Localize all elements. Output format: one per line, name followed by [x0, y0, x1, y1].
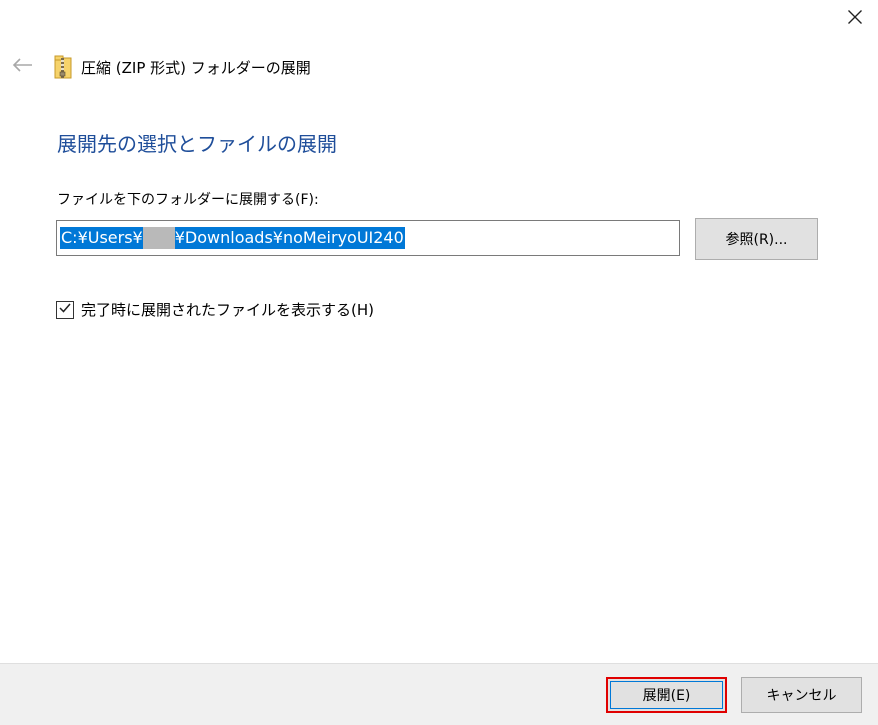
redacted-username: [142, 227, 175, 249]
path-suffix: ¥Downloads¥noMeiryoUI240: [174, 228, 404, 247]
title-bar: 圧縮 (ZIP 形式) フォルダーの展開: [10, 50, 311, 84]
zip-folder-icon: [53, 55, 73, 79]
browse-button[interactable]: 参照(R)...: [695, 218, 818, 260]
page-heading: 展開先の選択とファイルの展開: [57, 132, 337, 156]
destination-path-input[interactable]: C:¥Users¥ ¥Downloads¥noMeiryoUI240: [56, 220, 680, 256]
show-files-option[interactable]: 完了時に展開されたファイルを表示する(H): [56, 299, 374, 320]
cancel-button[interactable]: キャンセル: [741, 677, 862, 713]
extract-button[interactable]: 展開(E): [606, 677, 727, 713]
back-button[interactable]: [10, 54, 36, 80]
close-icon: [847, 9, 863, 29]
show-files-label: 完了時に展開されたファイルを表示する(H): [81, 301, 374, 319]
extract-button-focus: 展開(E): [610, 681, 723, 709]
extract-dialog: 圧縮 (ZIP 形式) フォルダーの展開 展開先の選択とファイルの展開 ファイル…: [0, 0, 878, 725]
path-selected-text: C:¥Users¥ ¥Downloads¥noMeiryoUI240: [60, 227, 405, 249]
extract-button-label: 展開(E): [642, 688, 691, 704]
destination-label: ファイルを下のフォルダーに展開する(F):: [57, 192, 319, 208]
checkmark-icon: [58, 300, 72, 319]
close-button[interactable]: [832, 0, 878, 38]
back-arrow-icon: [12, 57, 34, 77]
window-title: 圧縮 (ZIP 形式) フォルダーの展開: [81, 58, 311, 77]
path-prefix: C:¥Users¥: [61, 228, 143, 247]
show-files-checkbox[interactable]: [56, 300, 74, 319]
